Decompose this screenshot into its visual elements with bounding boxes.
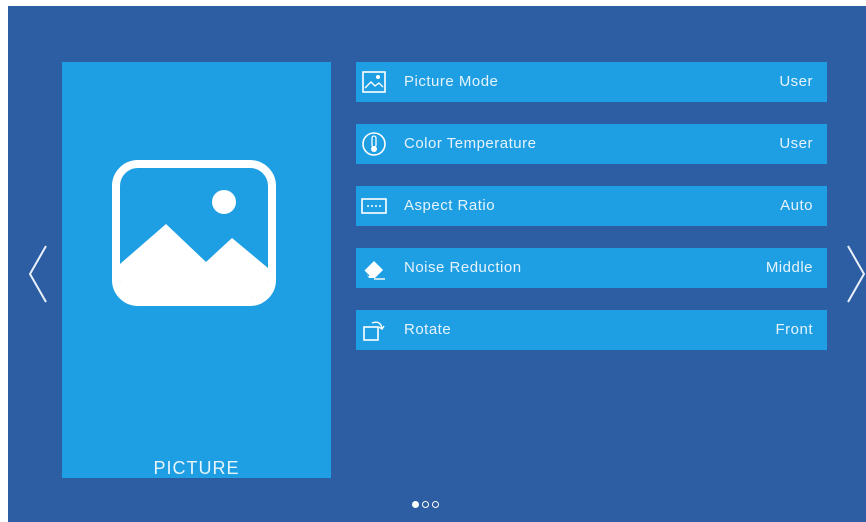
menu-item-value: User [779, 73, 813, 90]
menu-item-label: Aspect Ratio [404, 197, 496, 214]
chevron-left-icon[interactable] [24, 242, 54, 306]
menu-item-value: Front [775, 321, 813, 338]
menu-item-rotate[interactable]: Rotate Front [356, 310, 827, 350]
rotate-icon [360, 316, 388, 344]
osd-screen: PICTURE Picture Mode User Color Temperat… [8, 6, 866, 522]
menu-item-noise-reduction[interactable]: Noise Reduction Middle [356, 248, 827, 288]
page-dot[interactable] [432, 501, 439, 508]
menu-item-label: Color Temperature [404, 135, 537, 152]
menu-item-picture-mode[interactable]: Picture Mode User [356, 62, 827, 102]
menu-item-aspect-ratio[interactable]: Aspect Ratio Auto [356, 186, 827, 226]
aspect-ratio-icon [360, 192, 388, 220]
picture-icon [110, 158, 278, 308]
chevron-right-icon[interactable] [840, 242, 866, 306]
thermometer-icon [360, 130, 388, 158]
menu-item-color-temperature[interactable]: Color Temperature User [356, 124, 827, 164]
page-indicator [412, 495, 472, 509]
menu-item-value: Middle [765, 259, 813, 276]
menu-item-value: Auto [780, 197, 813, 214]
page-dot-active[interactable] [412, 501, 419, 508]
menu-item-label: Picture Mode [404, 73, 499, 90]
picture-mode-icon [360, 68, 388, 96]
eraser-icon [360, 254, 388, 282]
menu-item-label: Noise Reduction [404, 259, 522, 276]
menu-item-value: User [779, 135, 813, 152]
settings-menu: Picture Mode User Color Temperature User [356, 62, 827, 372]
category-tile-picture[interactable]: PICTURE [62, 62, 331, 478]
category-title: PICTURE [153, 458, 240, 478]
page-dot[interactable] [422, 501, 429, 508]
menu-item-label: Rotate [404, 321, 452, 338]
